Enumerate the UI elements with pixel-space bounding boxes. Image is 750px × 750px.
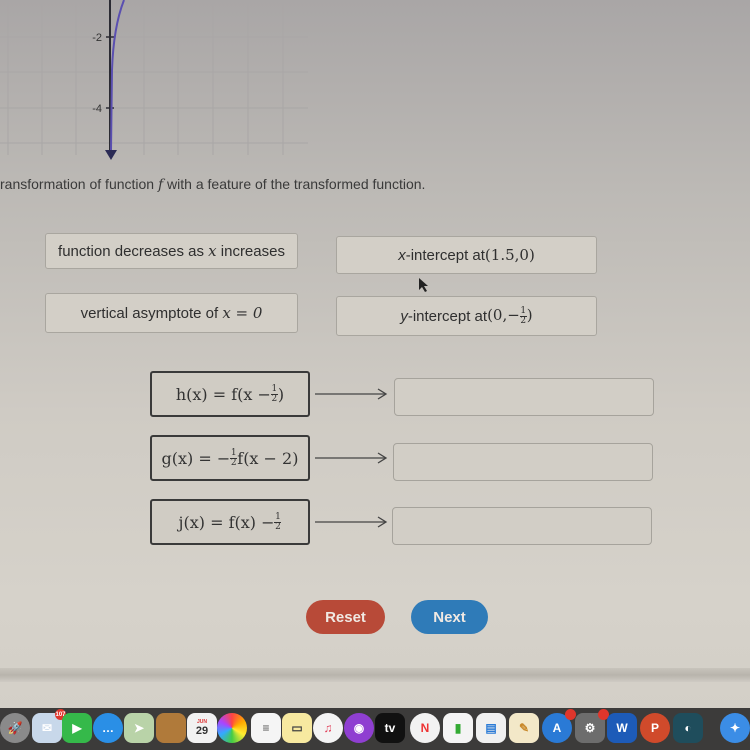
tile-text: -intercept at	[407, 307, 488, 325]
reset-button[interactable]: Reset	[306, 600, 385, 634]
arrow-icon	[315, 452, 388, 464]
tile-vertical-asymptote[interactable]: vertical asymptote of x = 0	[45, 293, 298, 333]
instruction-text: ransformation of function f with a featu…	[0, 176, 425, 193]
calendar-icon[interactable]: JUN 29	[187, 713, 217, 743]
contacts-icon[interactable]	[156, 713, 186, 743]
mouse-cursor	[419, 278, 428, 292]
function-rhs: f(x − 2)	[237, 448, 299, 468]
music-icon[interactable]: ♫	[313, 713, 343, 743]
function-lhs: h(x) = f(x −	[175, 384, 271, 404]
maps-icon[interactable]: ➤	[124, 713, 154, 743]
instruction-prefix: ransformation of function	[0, 176, 158, 192]
tile-text: increases	[220, 242, 285, 260]
function-g-box: g(x) = −1 2 f(x − 2)	[150, 435, 310, 481]
powerpoint-icon[interactable]: P	[640, 713, 670, 743]
messages-icon[interactable]: …	[93, 713, 123, 743]
tile-text: function decreases as	[58, 242, 204, 260]
tile-text: vertical asymptote of	[80, 304, 219, 322]
reminders-icon[interactable]: ≡	[251, 713, 281, 743]
webex-icon[interactable]: ◐	[673, 713, 703, 743]
page-footer-divider	[0, 668, 750, 682]
macos-dock: 🚀 ✉ 107 ▶ … ➤ JUN 29 ≡ ▭ ♫ ◉ tv N ▮ ▤ ✎ A …	[0, 708, 750, 750]
tile-value: (0,− 1 2)	[487, 305, 533, 326]
keynote-icon[interactable]: ▤	[476, 713, 506, 743]
numbers-icon[interactable]: ▮	[443, 713, 473, 743]
safari-icon[interactable]: ✦	[720, 713, 750, 743]
podcasts-icon[interactable]: ◉	[344, 713, 374, 743]
tile-math: x = 0	[222, 304, 263, 322]
app-store-icon[interactable]: A	[542, 709, 576, 743]
arrow-icon	[315, 388, 388, 400]
function-graph: -2 -4	[0, 0, 308, 160]
system-preferences-icon[interactable]: ⚙	[575, 709, 609, 743]
mail-icon[interactable]: ✉ 107	[32, 709, 66, 743]
news-icon[interactable]: N	[410, 713, 440, 743]
function-lhs: j(x) = f(x) −	[178, 512, 275, 532]
function-curve	[110, 0, 125, 151]
tick-label-neg2: -2	[92, 32, 102, 44]
apple-tv-icon[interactable]: tv	[375, 713, 405, 743]
function-j-box: j(x) = f(x) − 12	[150, 499, 310, 545]
photos-icon[interactable]	[217, 713, 247, 743]
function-h-box: h(x) = f(x − 1 2)	[150, 371, 310, 417]
tile-function-decreases[interactable]: function decreases as x increases	[45, 233, 298, 269]
word-icon[interactable]: W	[607, 713, 637, 743]
tile-value: (1.5,0)	[484, 246, 535, 264]
arrow-icon	[315, 516, 388, 528]
tile-text: -intercept at	[405, 246, 485, 264]
tile-var: x	[208, 242, 217, 260]
tile-var: y	[400, 307, 408, 325]
drop-target-h[interactable]	[394, 378, 654, 416]
instruction-suffix: with a feature of the transformed functi…	[163, 176, 426, 192]
tile-var: x	[398, 246, 406, 264]
grid	[0, 0, 308, 155]
notes-icon[interactable]: ▭	[282, 713, 312, 743]
next-button[interactable]: Next	[411, 600, 488, 634]
tick-label-neg4: -4	[92, 103, 102, 115]
tile-y-intercept[interactable]: y -intercept at (0,− 1 2)	[336, 296, 597, 336]
tile-x-intercept[interactable]: x -intercept at (1.5,0)	[336, 236, 597, 274]
facetime-icon[interactable]: ▶	[62, 713, 92, 743]
launchpad-icon[interactable]: 🚀	[0, 713, 30, 743]
pages-icon[interactable]: ✎	[509, 713, 539, 743]
function-lhs: g(x) = −	[161, 448, 231, 468]
drop-target-j[interactable]	[392, 507, 652, 545]
curve-arrowhead	[105, 150, 117, 160]
drop-target-g[interactable]	[393, 443, 653, 481]
function-rhs: )	[277, 384, 285, 404]
